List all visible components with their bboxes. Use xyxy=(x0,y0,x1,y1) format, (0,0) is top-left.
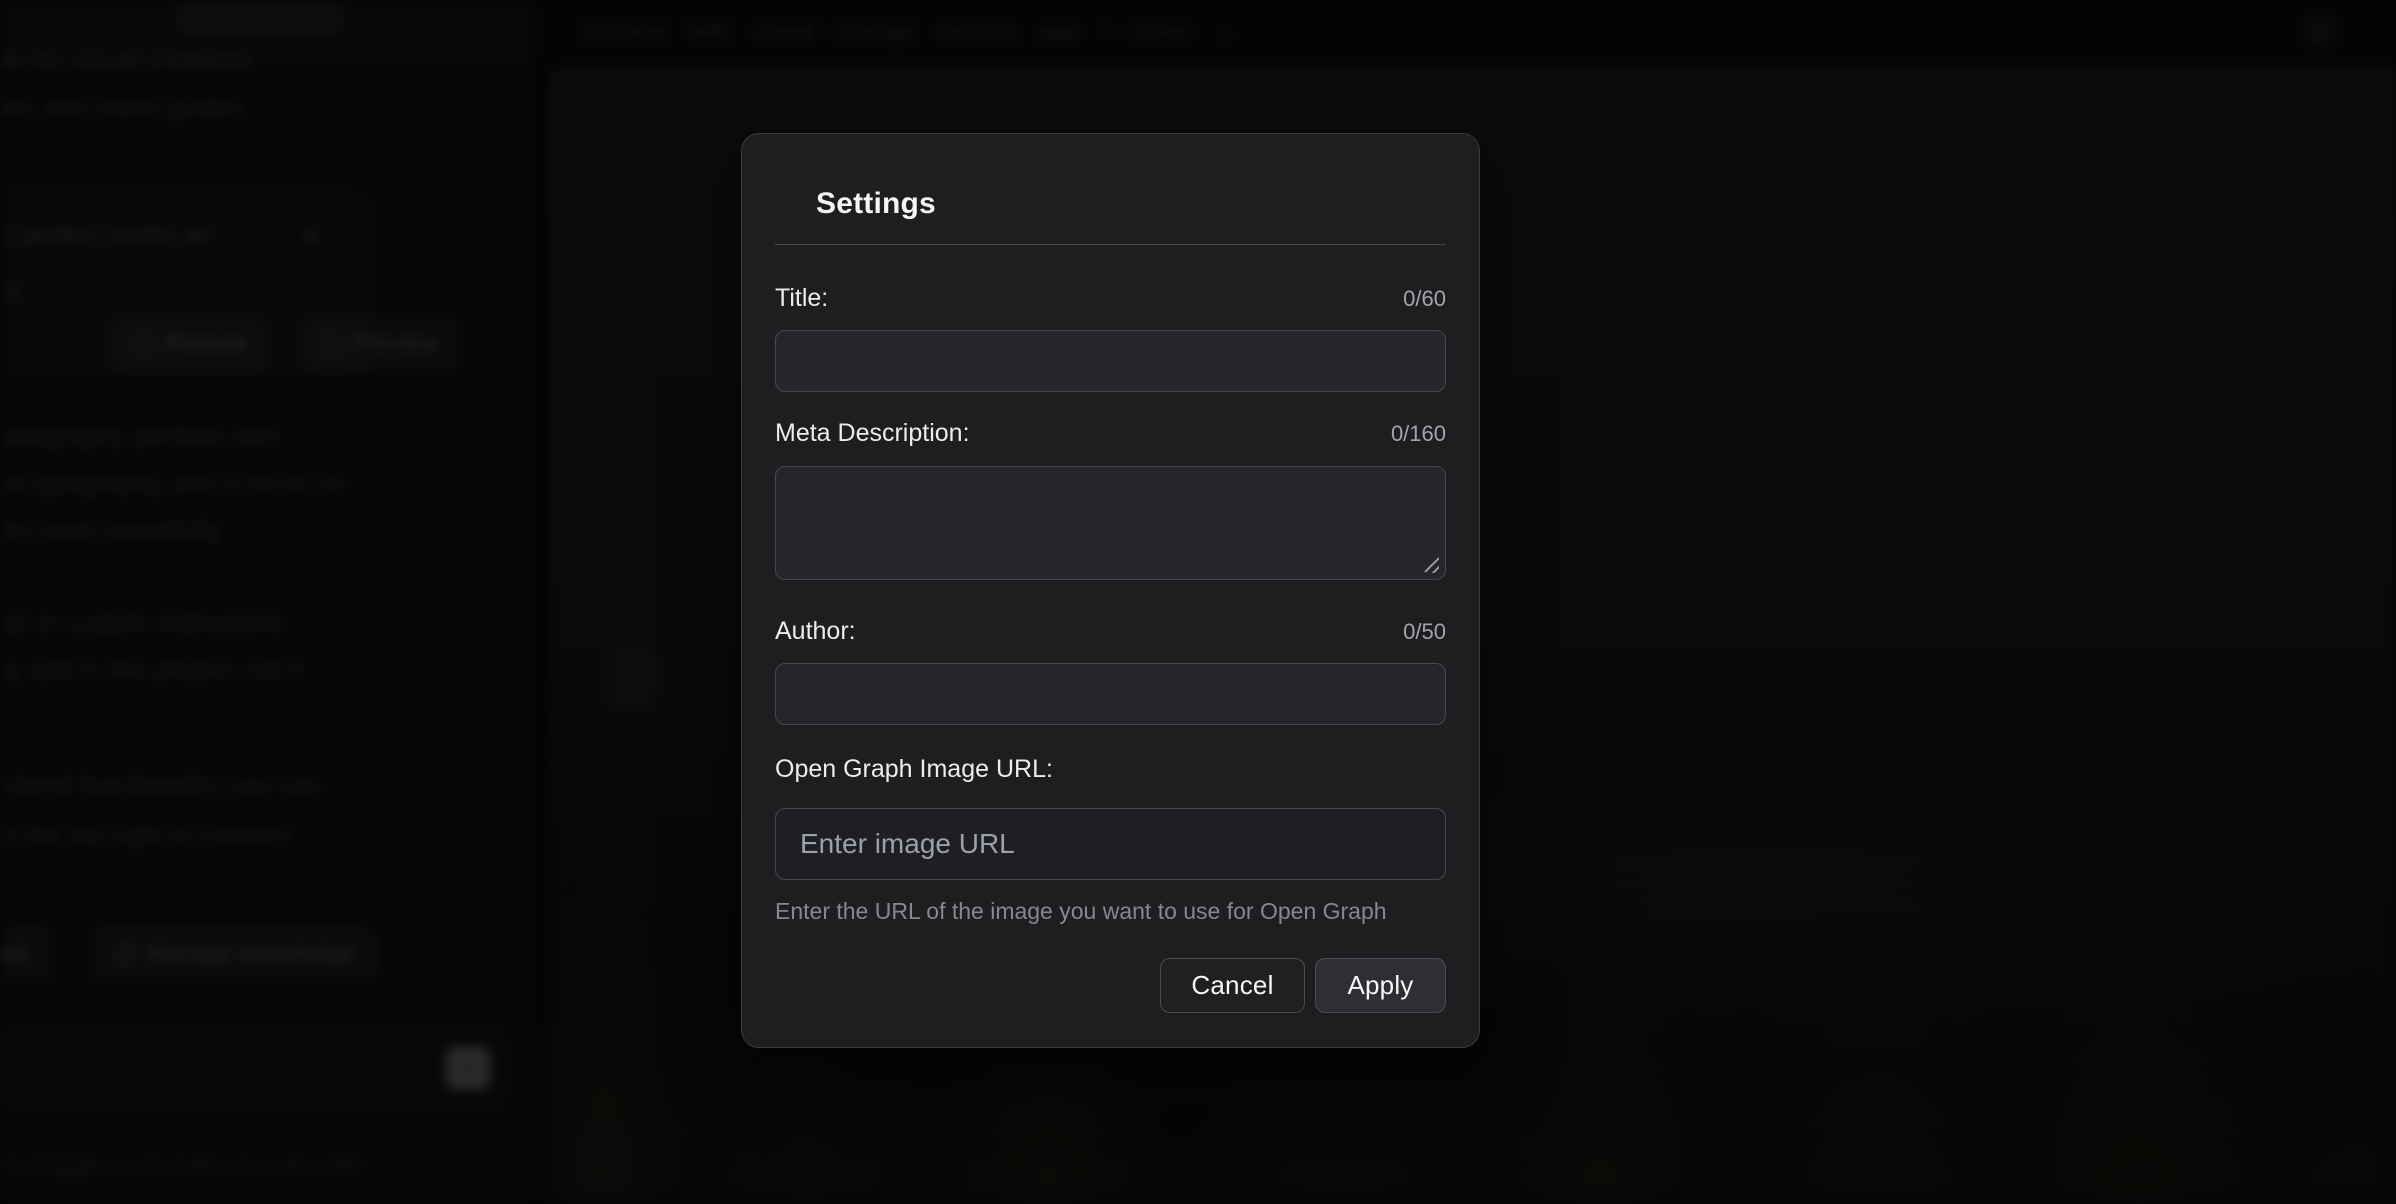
dialog-actions: Cancel Apply xyxy=(775,958,1446,1013)
meta-description-textarea[interactable] xyxy=(775,466,1446,580)
meta-field-row: Meta Description: 0/160 xyxy=(775,418,1446,448)
cancel-button[interactable]: Cancel xyxy=(1160,958,1305,1013)
author-input[interactable] xyxy=(775,663,1446,725)
divider xyxy=(775,244,1446,245)
meta-description-counter: 0/160 xyxy=(1391,420,1446,448)
meta-description-wrap xyxy=(775,466,1446,580)
author-label: Author: xyxy=(775,616,856,646)
author-counter: 0/50 xyxy=(1403,618,1446,646)
og-image-url-label: Open Graph Image URL: xyxy=(775,754,1053,784)
resize-handle-icon[interactable] xyxy=(1421,555,1439,573)
author-field-row: Author: 0/50 xyxy=(775,616,1446,646)
og-field-row: Open Graph Image URL: xyxy=(775,754,1446,784)
apply-button[interactable]: Apply xyxy=(1315,958,1446,1013)
meta-description-label: Meta Description: xyxy=(775,418,970,448)
title-field-row: Title: 0/60 xyxy=(775,283,1446,313)
og-image-url-input[interactable] xyxy=(775,808,1446,880)
title-counter: 0/60 xyxy=(1403,285,1446,313)
og-helper-text: Enter the URL of the image you want to u… xyxy=(775,896,1446,926)
settings-dialog: Settings Title: 0/60 Meta Description: 0… xyxy=(741,133,1480,1048)
title-label: Title: xyxy=(775,283,828,313)
app-root: ty tools no, visual creations hniques, a… xyxy=(0,0,2396,1204)
dialog-title: Settings xyxy=(816,186,1446,222)
title-input[interactable] xyxy=(775,330,1446,392)
